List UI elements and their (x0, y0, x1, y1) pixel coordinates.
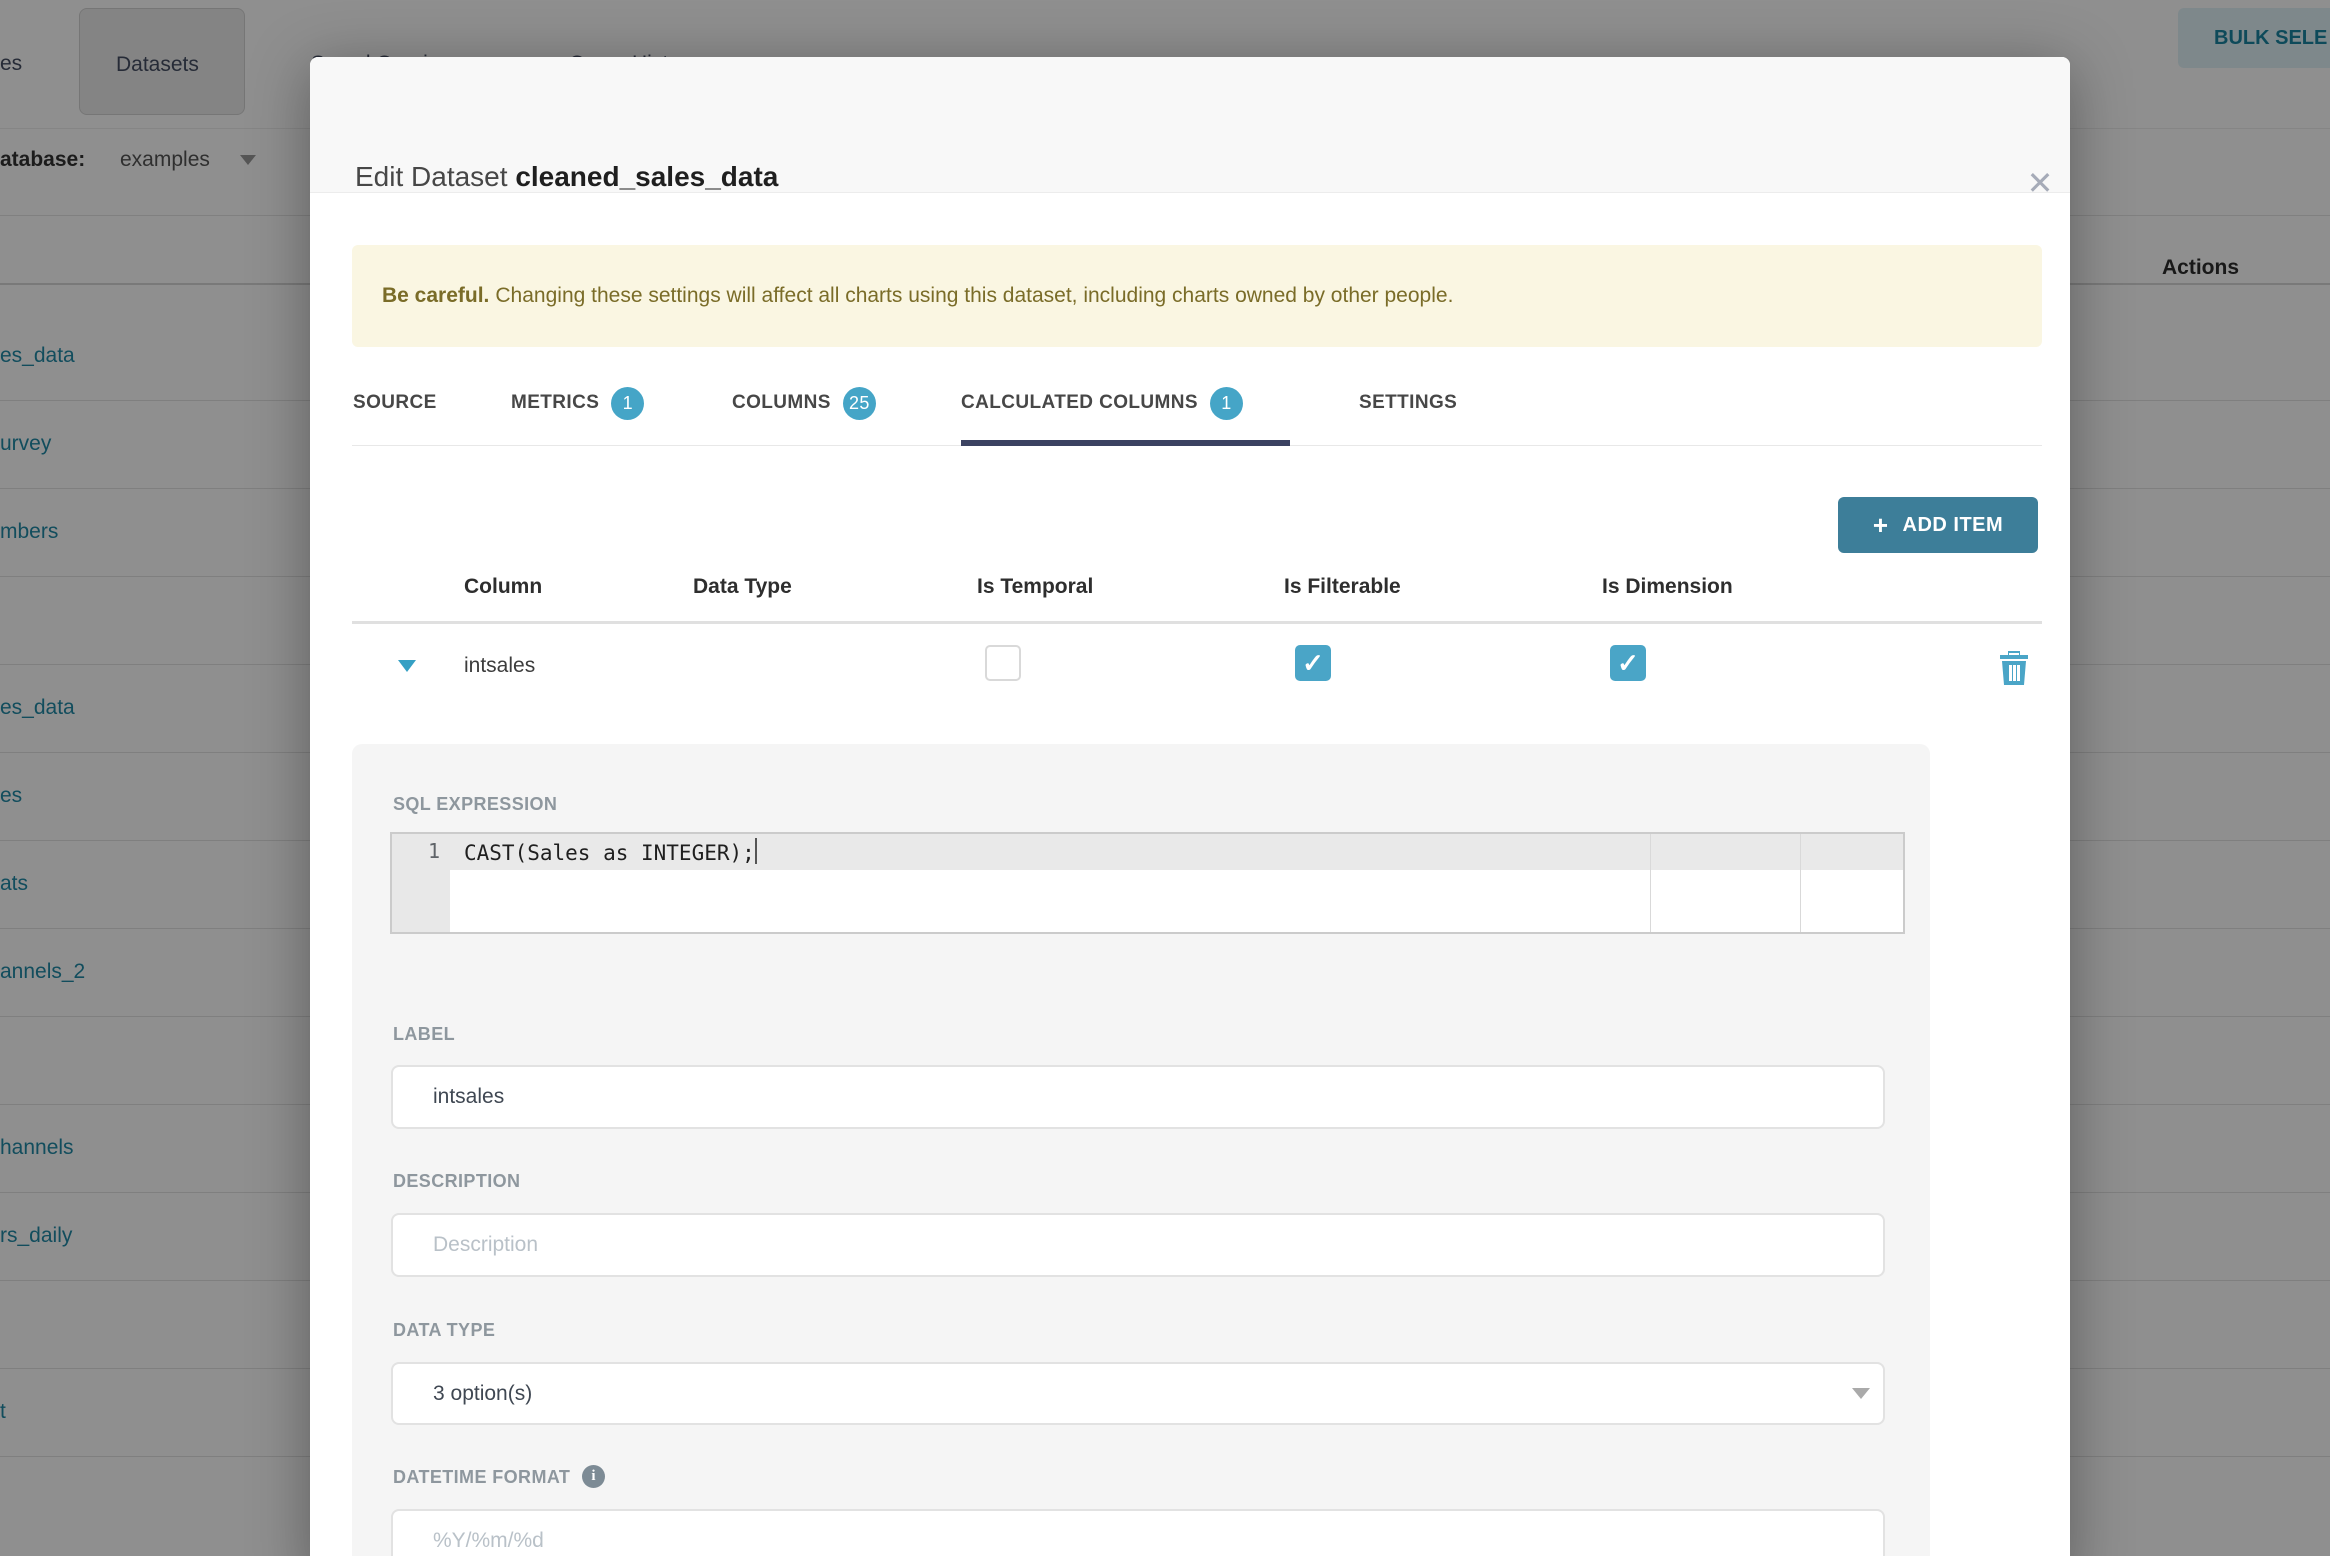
data-type-select[interactable]: 3 option(s) (391, 1362, 1885, 1425)
column-header-is-filterable: Is Filterable (1284, 575, 1401, 598)
expand-row-caret-icon[interactable] (398, 660, 416, 672)
warning-banner-text: Changing these settings will affect all … (495, 284, 1454, 307)
tab-calculated-columns-label: CALCULATED COLUMNS (961, 392, 1198, 413)
editor-print-margin (1650, 834, 1651, 932)
calculated-column-name: intsales (464, 654, 536, 677)
datetime-format-placeholder: %Y/%m/%d (433, 1529, 544, 1552)
tab-columns[interactable]: COLUMNS 25 (732, 386, 876, 420)
tab-metrics-label: METRICS (511, 392, 600, 413)
description-field-label: DESCRIPTION (393, 1171, 521, 1191)
label-field-label: LABEL (393, 1024, 455, 1044)
column-header-is-dimension: Is Dimension (1602, 575, 1733, 598)
metrics-count-badge: 1 (611, 386, 645, 420)
info-icon[interactable]: i (582, 1465, 605, 1488)
data-type-value: 3 option(s) (433, 1381, 533, 1405)
table-header-underline (352, 621, 2042, 624)
is-dimension-checkbox[interactable]: ✓ (1610, 645, 1646, 681)
delete-column-trash-icon[interactable] (1998, 649, 2030, 685)
is-filterable-checkbox[interactable]: ✓ (1295, 645, 1331, 681)
sql-expression-label: SQL EXPRESSION (393, 794, 558, 814)
tab-columns-label: COLUMNS (732, 392, 831, 413)
warning-banner: Be careful. Changing these settings will… (352, 245, 2042, 347)
tab-settings-label: SETTINGS (1359, 392, 1458, 413)
data-type-field-label: DATA TYPE (393, 1320, 496, 1340)
tab-source-label: SOURCE (353, 392, 437, 413)
close-icon[interactable]: ✕ (2010, 153, 2070, 213)
editor-line-number: 1 (427, 839, 440, 863)
sql-editor[interactable]: 1 CAST(Sales as INTEGER); (390, 832, 1905, 934)
calculated-columns-count-badge: 1 (1209, 386, 1243, 420)
modal-title-prefix: Edit Dataset (355, 161, 516, 192)
modal-header: Edit Dataset cleaned_sales_data ✕ (310, 57, 2070, 201)
editor-scroll-divider (1800, 834, 1801, 932)
column-header-column: Column (464, 575, 543, 598)
is-temporal-checkbox[interactable] (985, 645, 1021, 681)
tab-metrics[interactable]: METRICS 1 (511, 386, 645, 420)
sql-code-text: CAST(Sales as INTEGER); (464, 838, 757, 865)
tab-calculated-columns[interactable]: CALCULATED COLUMNS 1 (961, 386, 1243, 420)
description-placeholder: Description (433, 1233, 539, 1256)
data-type-select-caret-icon[interactable] (1852, 1388, 1870, 1399)
modal-title: Edit Dataset cleaned_sales_data (355, 161, 778, 193)
text-cursor (754, 838, 757, 864)
tab-source[interactable]: SOURCE (353, 387, 437, 419)
column-header-is-temporal: Is Temporal (977, 575, 1094, 598)
description-input[interactable]: Description (391, 1213, 1885, 1277)
datetime-format-input[interactable]: %Y/%m/%d (391, 1509, 1885, 1556)
tab-settings[interactable]: SETTINGS (1359, 387, 1457, 419)
active-tab-underline (961, 440, 1290, 446)
columns-count-badge: 25 (842, 386, 876, 420)
plus-icon: + (1872, 510, 1889, 540)
editor-gutter: 1 (392, 834, 450, 932)
label-input-value: intsales (433, 1085, 505, 1108)
column-detail-panel: SQL EXPRESSION 1 CAST(Sales as INTEGER);… (352, 744, 1930, 1556)
add-item-label: ADD ITEM (1902, 513, 2004, 536)
edit-dataset-modal: Edit Dataset cleaned_sales_data ✕ Be car… (310, 57, 2070, 1556)
warning-banner-bold: Be careful. (382, 284, 490, 307)
modal-title-dataset-name: cleaned_sales_data (515, 161, 779, 192)
screen: es Datasets Saved Queries Query History … (0, 0, 2330, 1556)
column-header-data-type: Data Type (693, 575, 792, 598)
add-item-button[interactable]: + ADD ITEM (1838, 497, 2038, 553)
label-input[interactable]: intsales (391, 1065, 1885, 1129)
datetime-format-field-label: DATETIME FORMAT (393, 1467, 571, 1487)
